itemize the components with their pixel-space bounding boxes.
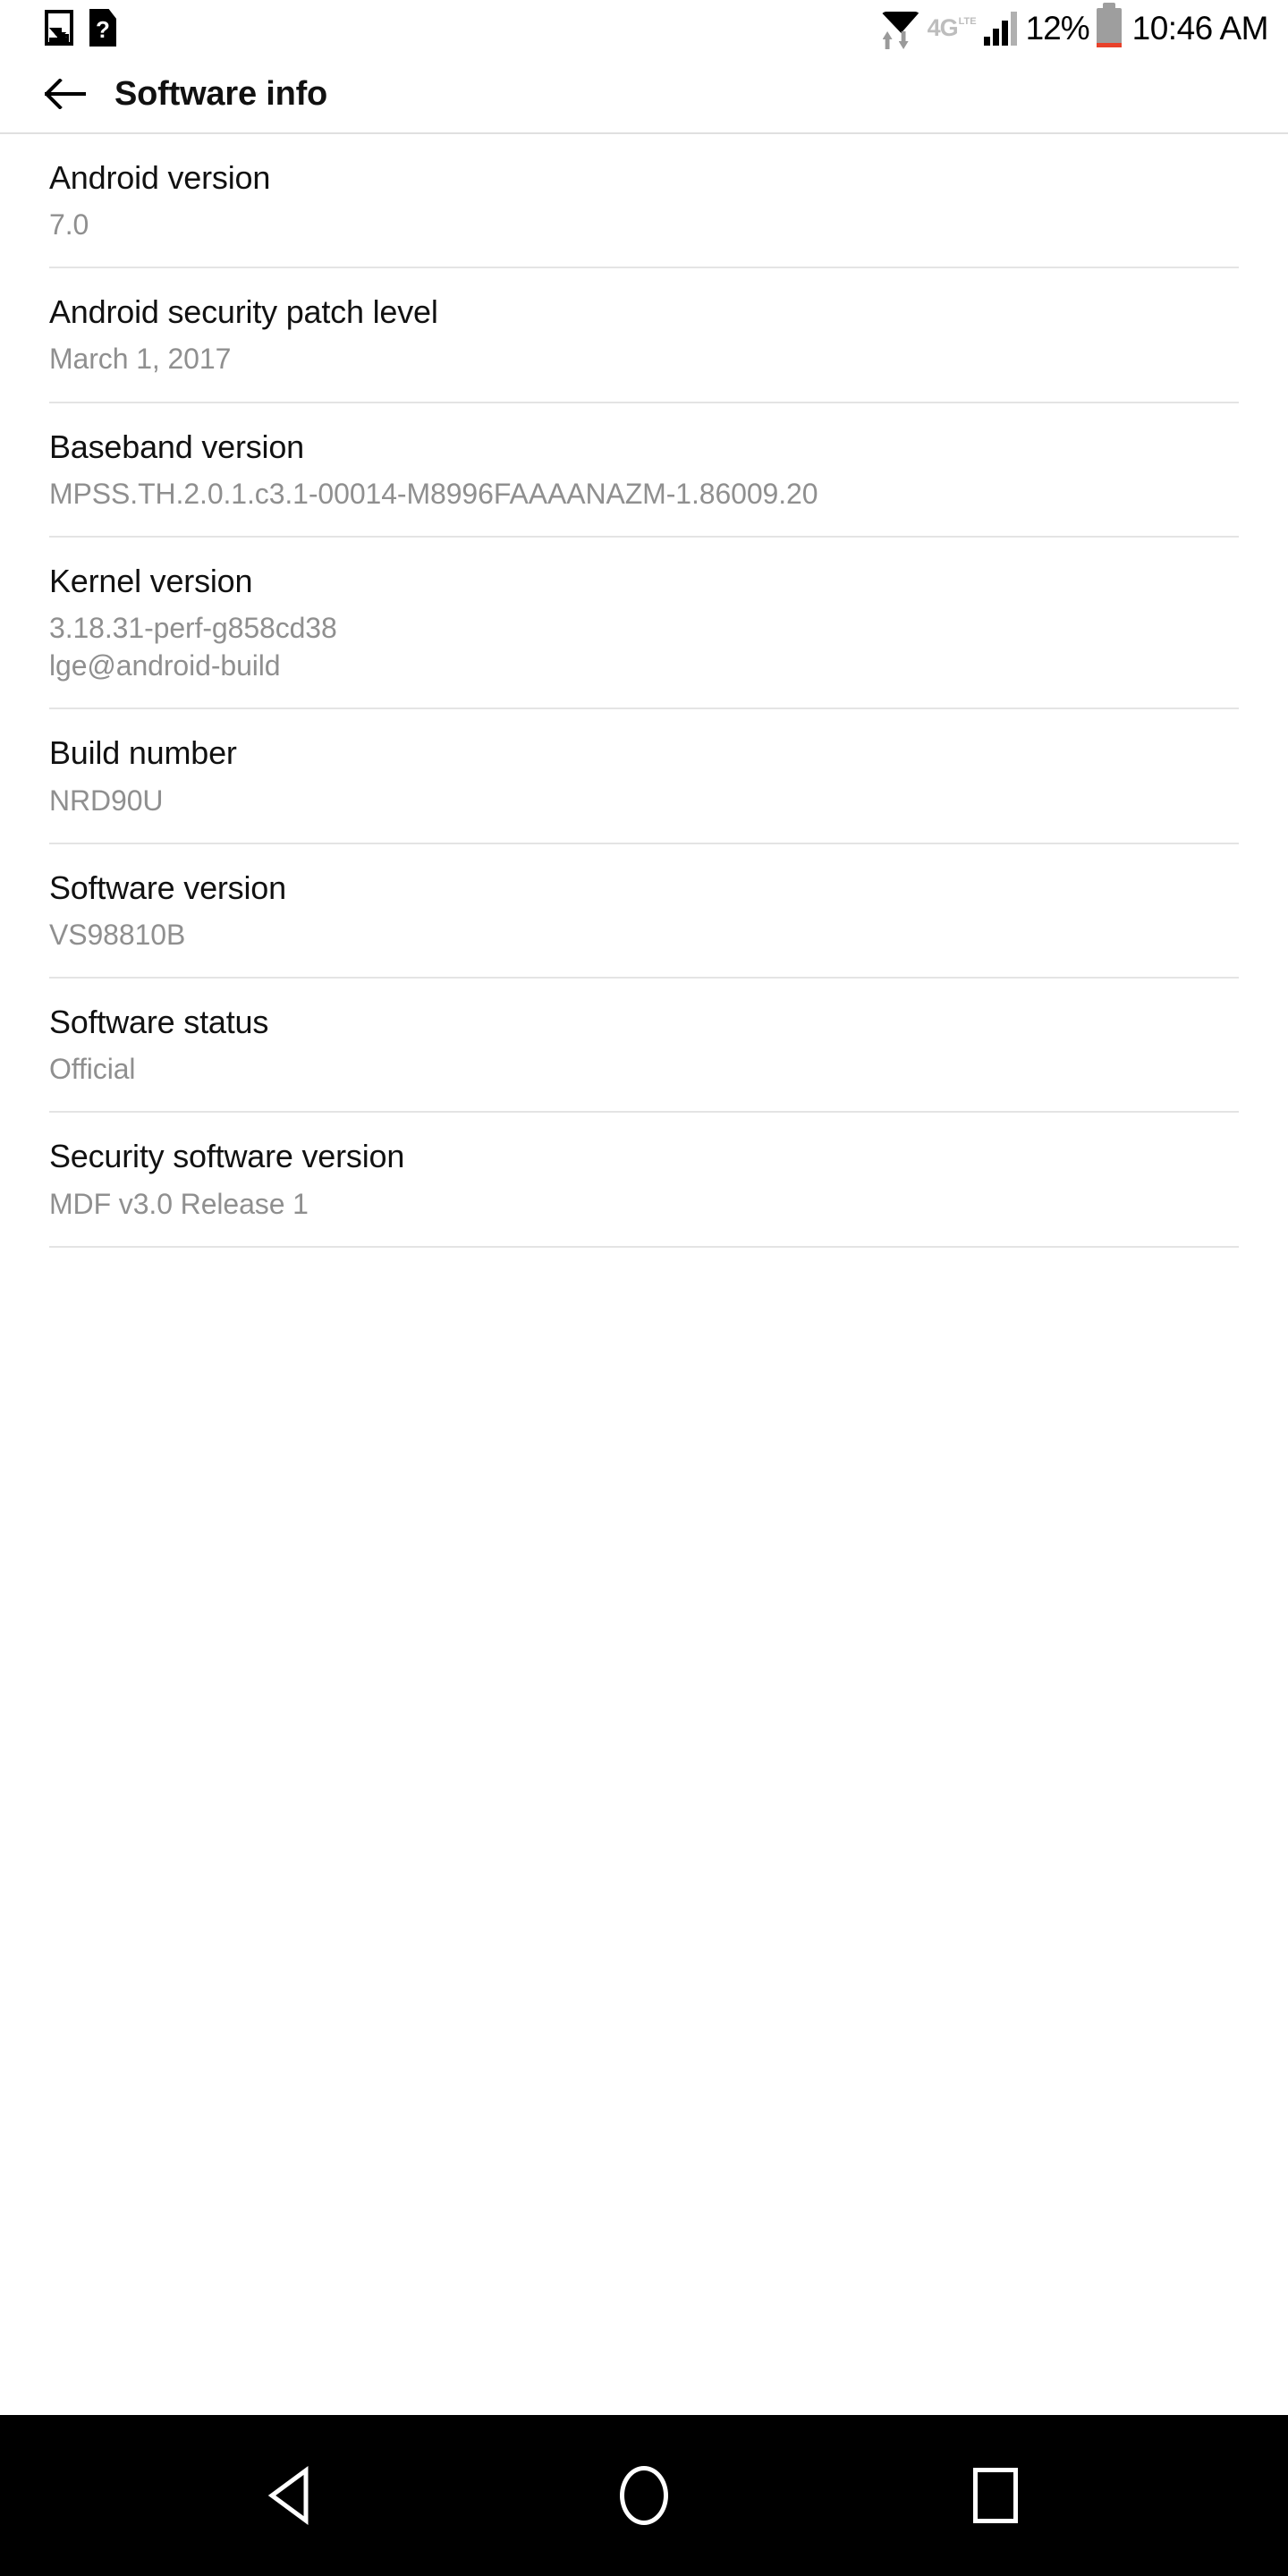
signal-bar-1 bbox=[983, 37, 990, 46]
list-item-value: Official bbox=[49, 1053, 136, 1086]
list-item[interactable]: Security software version MDF v3.0 Relea… bbox=[0, 1113, 1288, 1248]
list-item[interactable]: Baseband version MPSS.TH.2.0.1.c3.1-0001… bbox=[0, 403, 1288, 538]
list-item[interactable]: Android version 7.0 bbox=[0, 134, 1288, 269]
back-button[interactable] bbox=[39, 68, 91, 120]
signal-bar-3 bbox=[1001, 21, 1008, 46]
nav-recents-icon bbox=[973, 2468, 1019, 2523]
list-item[interactable]: Software status Official bbox=[0, 979, 1288, 1114]
nav-back-icon bbox=[267, 2466, 309, 2525]
list-item-title: Security software version bbox=[49, 1138, 405, 1175]
sd-card-unknown-icon: ? bbox=[89, 9, 116, 47]
status-bar-right-icons: 4G LTE 12% 10:46 AM bbox=[879, 3, 1269, 49]
list-item-title: Baseband version bbox=[49, 428, 304, 465]
list-item-title: Software status bbox=[49, 1004, 269, 1041]
network-type-label: 4G bbox=[927, 13, 959, 41]
page-title: Software info bbox=[114, 74, 328, 113]
list-item-value: MDF v3.0 Release 1 bbox=[49, 1187, 309, 1220]
list-item-title: Android version bbox=[49, 159, 271, 196]
nav-recents-button[interactable] bbox=[942, 2442, 1049, 2549]
wifi-transfer-icon bbox=[879, 8, 922, 49]
list-item-value: 7.0 bbox=[49, 208, 89, 242]
battery-low-icon bbox=[1096, 3, 1122, 47]
list-item[interactable]: Android security patch level March 1, 20… bbox=[0, 268, 1288, 403]
list-item-value: NRD90U bbox=[49, 784, 164, 817]
arrow-back-icon bbox=[45, 79, 86, 109]
signal-bar-4 bbox=[1010, 12, 1017, 46]
list-item-value: March 1, 2017 bbox=[49, 343, 232, 376]
network-type-indicator: 4G LTE bbox=[927, 13, 977, 41]
nav-back-button[interactable] bbox=[239, 2442, 346, 2549]
list-item[interactable]: Build number NRD90U bbox=[0, 709, 1288, 844]
signal-bar-2 bbox=[992, 29, 999, 46]
list-item-title: Kernel version bbox=[49, 562, 253, 599]
wifi-download-arrow bbox=[898, 31, 909, 49]
app-bar: Software info bbox=[0, 55, 1288, 134]
phone-screen: ? 4G LTE 12% 10:46 AM Software info Andr… bbox=[0, 0, 1288, 2576]
nav-home-icon bbox=[619, 2466, 668, 2525]
sd-card-question-glyph: ? bbox=[96, 16, 110, 43]
list-item-title: Build number bbox=[49, 734, 237, 772]
list-item[interactable]: Kernel version 3.18.31-perf-g858cd38 lge… bbox=[0, 538, 1288, 710]
list-item[interactable]: Software version VS98810B bbox=[0, 844, 1288, 979]
photo-icon bbox=[45, 10, 73, 46]
nav-home-button[interactable] bbox=[590, 2442, 698, 2549]
list-item-title: Software version bbox=[49, 869, 286, 906]
navigation-bar bbox=[0, 2415, 1288, 2576]
status-bar: ? 4G LTE 12% 10:46 AM bbox=[0, 0, 1288, 55]
cellular-signal-icon bbox=[983, 10, 1017, 46]
status-bar-left-icons: ? bbox=[45, 9, 116, 47]
battery-percent-label: 12% bbox=[1025, 9, 1090, 47]
status-bar-clock: 10:46 AM bbox=[1131, 9, 1269, 47]
wifi-upload-arrow bbox=[882, 31, 893, 49]
list-item-value: VS98810B bbox=[49, 918, 186, 951]
wifi-fan bbox=[880, 12, 920, 33]
list-item-value-secondary: lge@android-build bbox=[49, 649, 281, 682]
software-info-list: Android version 7.0 Android security pat… bbox=[0, 134, 1288, 2415]
list-item-value: MPSS.TH.2.0.1.c3.1-00014-M8996FAAAANAZM-… bbox=[49, 477, 818, 510]
network-type-sub-label: LTE bbox=[958, 15, 977, 27]
list-item-value: 3.18.31-perf-g858cd38 bbox=[49, 612, 337, 645]
list-item-title: Android security patch level bbox=[49, 293, 438, 331]
battery-level-fill bbox=[1096, 43, 1122, 47]
